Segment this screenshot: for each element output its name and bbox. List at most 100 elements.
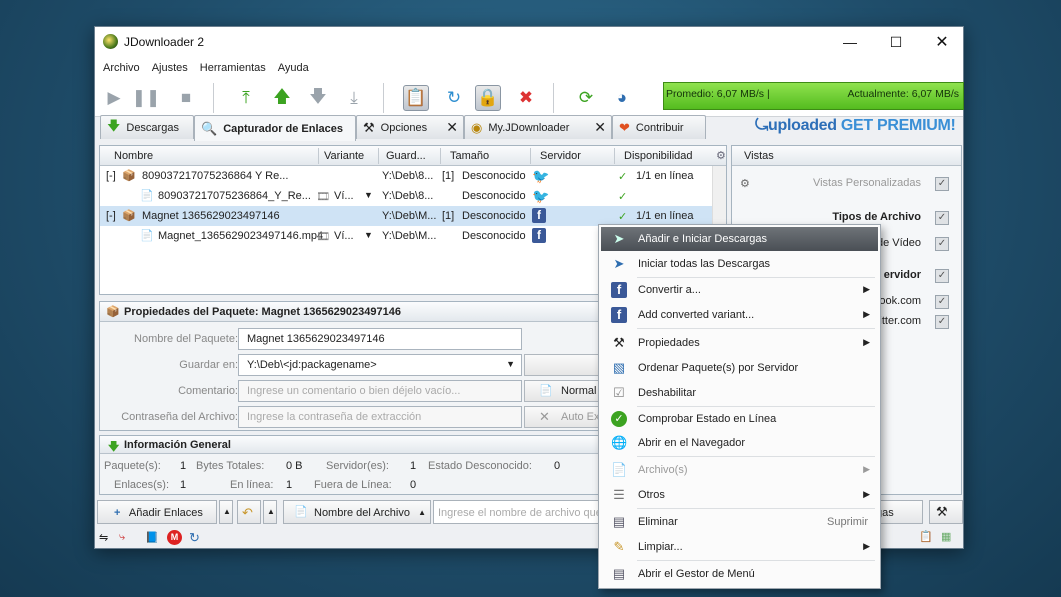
column-disponibilidad[interactable]: Disponibilidad	[624, 150, 693, 162]
tab-capturador[interactable]: 🔍 Capturador de Enlaces	[194, 115, 356, 141]
menu-convert[interactable]: f Convertir a... ▶	[601, 278, 878, 302]
table-row[interactable]: 📄 809037217075236864_Y_Re... 🎞 Ví... ▼ Y…	[100, 186, 712, 206]
clipboard-status-icon[interactable]: 📋	[919, 530, 933, 543]
mega-icon[interactable]: M	[167, 530, 182, 545]
password-field[interactable]: Ingrese la contraseña de extracción	[238, 406, 522, 428]
save-to-field[interactable]: Y:\Deb\<jd:packagename> ▼	[238, 354, 522, 376]
add-links-menu[interactable]: ▲	[219, 500, 233, 524]
stop-icon[interactable]: ■	[173, 85, 199, 111]
menu-files[interactable]: 📄 Archivo(s) ▶	[601, 458, 878, 482]
column-servidor[interactable]: Servidor	[540, 150, 581, 162]
column-tamano[interactable]: Tamaño	[450, 150, 489, 162]
auto-extract-button[interactable]: ✕ Auto Ex	[524, 406, 604, 428]
speedometer-icon[interactable]: ⤷	[119, 531, 125, 544]
close-button[interactable]: ✕	[919, 27, 965, 57]
close-tab-icon[interactable]: ✕	[594, 119, 606, 136]
comment-field[interactable]: Ingrese un comentario o bien déjelo vací…	[238, 380, 522, 402]
online-check-icon: ✓	[618, 191, 628, 203]
view-checkbox[interactable]: ✓	[935, 295, 949, 309]
add-links-button[interactable]: + Añadir Enlaces	[97, 500, 217, 524]
priority-button[interactable]: 📄 Normal	[524, 380, 604, 402]
settings-icon[interactable]: ⚙	[716, 149, 726, 162]
menu-properties[interactable]: ⚒ Propiedades ▶	[601, 331, 878, 355]
reconnect-icon[interactable]: ↻	[441, 85, 467, 111]
value-links: 1	[180, 479, 187, 491]
update-icon[interactable]: ⟳	[573, 85, 599, 111]
menu-ayuda[interactable]: Ayuda	[272, 62, 315, 74]
menu-check-online[interactable]: ✓ Comprobar Estado en Línea	[601, 407, 878, 431]
move-down-icon[interactable]: 🡇	[305, 85, 331, 111]
menu-disable[interactable]: ☑ Deshabilitar	[601, 381, 878, 405]
label-password: Contraseña del Archivo:	[121, 411, 238, 423]
search-input[interactable]: Ingrese el nombre de archivo que	[433, 500, 623, 524]
table-row[interactable]: [-] 📦 809037217075236864 Y Re... Y:\Deb\…	[100, 166, 712, 186]
expand-toggle[interactable]: [-]	[106, 210, 116, 222]
menu-delete[interactable]: ▤ Eliminar Suprimir	[601, 510, 878, 534]
cross-icon: ✕	[539, 409, 550, 424]
clipboard-icon[interactable]: 📋	[403, 85, 429, 111]
grid-icon[interactable]: ▦	[941, 530, 951, 543]
chevron-down-icon[interactable]: ▼	[506, 359, 515, 369]
file-icon: 📄	[140, 230, 154, 242]
undo-menu[interactable]: ▲	[263, 500, 277, 524]
menu-sort-by-server[interactable]: ▧ Ordenar Paquete(s) por Servidor	[601, 356, 878, 380]
tab-contribuir[interactable]: ❤ Contribuir	[612, 115, 706, 139]
table-row[interactable]: [-] 📦 Magnet 1365629023497146 Y:\Deb\M..…	[100, 206, 712, 226]
menu-clean[interactable]: ✎ Limpiar... ▶	[601, 535, 878, 559]
facebook-icon: f	[611, 282, 627, 298]
close-tab-icon[interactable]: ✕	[446, 119, 458, 136]
move-bottom-icon[interactable]: ⤓	[341, 85, 367, 111]
menu-add-variant[interactable]: f Add converted variant... ▶	[601, 303, 878, 327]
video-icon: 🎞	[316, 191, 330, 203]
bandwidth-icon[interactable]: ⇋	[99, 531, 108, 544]
view-checkbox[interactable]: ✓	[935, 177, 949, 191]
view-checkbox[interactable]: ✓	[935, 315, 949, 329]
menu-open-browser[interactable]: 🌐 Abrir en el Navegador	[601, 431, 878, 455]
view-checkbox[interactable]: ✓	[935, 269, 949, 283]
column-name[interactable]: Nombre	[114, 150, 153, 162]
chevron-down-icon[interactable]: ▼	[364, 230, 373, 240]
minimize-button[interactable]: —	[827, 27, 873, 57]
speed-limit-icon[interactable]: ◕	[609, 85, 635, 111]
premium-lock-icon[interactable]: 🔒	[475, 85, 501, 111]
tab-opciones[interactable]: ⚒ Opciones ✕	[356, 115, 464, 139]
column-variante[interactable]: Variante	[324, 150, 364, 162]
tab-descargas[interactable]: 🡇 Descargas	[100, 115, 194, 139]
browse-button[interactable]	[524, 354, 604, 376]
menu-start-all[interactable]: ➤ Iniciar todas las Descargas	[601, 252, 878, 276]
tab-label: Descargas	[126, 121, 179, 134]
pause-icon[interactable]: ❚❚	[132, 85, 161, 111]
package-name-field[interactable]: Magnet 1365629023497146	[238, 328, 522, 350]
view-checkbox[interactable]: ✓	[935, 211, 949, 225]
menu-label: Convertir a...	[638, 284, 701, 296]
move-up-icon[interactable]: 🡅	[269, 85, 295, 111]
tools-icon: ⚒	[363, 119, 375, 135]
bottom-settings-icon[interactable]: ⚒	[929, 500, 963, 524]
column-guardar[interactable]: Guard...	[386, 150, 426, 162]
value-offline: 0	[410, 479, 417, 491]
chevron-down-icon[interactable]: ▼	[364, 190, 373, 200]
menu-archivo[interactable]: Archivo	[97, 62, 146, 74]
view-checkbox[interactable]: ✓	[935, 237, 949, 251]
menu-label: Iniciar todas las Descargas	[638, 258, 771, 270]
view-item[interactable]: ⚙ Vistas Personalizadas ✓	[732, 174, 961, 194]
refresh-icon[interactable]: ↻	[189, 530, 200, 546]
book-icon[interactable]: 📘	[145, 531, 159, 544]
move-top-icon[interactable]: ⤒	[233, 85, 259, 111]
menu-others[interactable]: ☰ Otros ▶	[601, 483, 878, 507]
premium-banner[interactable]: ⤿uploaded GET PREMIUM!	[755, 117, 956, 135]
row-variant: Ví...	[334, 230, 354, 242]
silent-mode-icon[interactable]: ✖	[513, 85, 539, 111]
menu-add-and-start[interactable]: ➤ Añadir e Iniciar Descargas	[601, 227, 878, 251]
globe-icon: 🌐	[611, 435, 628, 450]
row-size: Desconocido	[462, 190, 526, 202]
undo-icon[interactable]: ↶	[237, 500, 261, 524]
filename-search-filter[interactable]: 📄 Nombre del Archivo ▲	[283, 500, 431, 524]
menu-ajustes[interactable]: Ajustes	[146, 62, 194, 74]
menu-herramientas[interactable]: Herramientas	[194, 62, 272, 74]
menu-open-menu-manager[interactable]: ▤ Abrir el Gestor de Menú	[601, 562, 878, 586]
tab-myjdownloader[interactable]: ◉ My.JDownloader ✕	[464, 115, 612, 139]
play-icon[interactable]: ▶	[101, 85, 127, 111]
expand-toggle[interactable]: [-]	[106, 170, 116, 182]
maximize-button[interactable]: ☐	[873, 27, 919, 57]
